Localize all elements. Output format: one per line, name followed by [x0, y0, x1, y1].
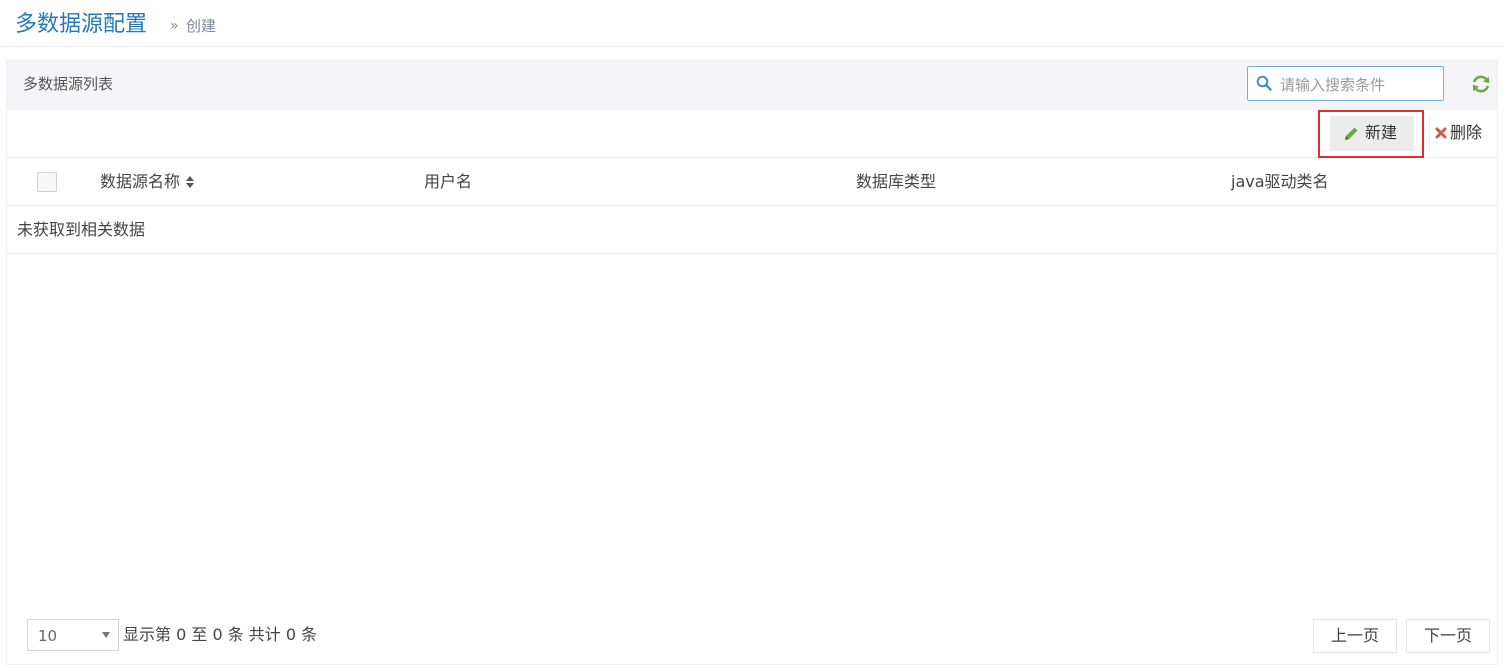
empty-message: 未获取到相关数据: [17, 220, 146, 239]
toolbar: 新建 删除: [7, 110, 1497, 158]
breadcrumb-separator: »: [170, 18, 179, 34]
column-header-db-type: 数据库类型: [856, 172, 937, 191]
search-box: [1247, 66, 1444, 101]
new-button[interactable]: 新建: [1330, 116, 1414, 151]
page-size-select[interactable]: 10: [27, 619, 119, 651]
page-info: 显示第 0 至 0 条 共计 0 条: [123, 625, 318, 644]
panel-title: 多数据源列表: [23, 75, 114, 93]
table-footer: 10 显示第 0 至 0 条 共计 0 条 上一页 下一页: [7, 615, 1497, 665]
page-header: 多数据源配置 » 创建: [0, 0, 1504, 47]
panel-heading: 多数据源列表: [7, 59, 1497, 110]
page-size-value: 10: [38, 627, 58, 645]
column-header-username: 用户名: [424, 172, 473, 191]
next-page-button[interactable]: 下一页: [1406, 619, 1490, 653]
empty-row: 未获取到相关数据: [7, 206, 1497, 254]
table-header-row: 数据源名称 用户名 数据库类型 java驱动类名: [7, 158, 1497, 206]
delete-button[interactable]: 删除: [1429, 116, 1497, 151]
pencil-icon: [1345, 127, 1358, 140]
sort-icon: [186, 176, 195, 188]
refresh-icon[interactable]: [1470, 73, 1492, 95]
delete-button-label: 删除: [1450, 123, 1483, 142]
datasource-table: 数据源名称 用户名 数据库类型 java驱动类名 未获取到相关数据: [7, 158, 1497, 254]
page-title: 多数据源配置: [15, 12, 148, 37]
breadcrumb-current: 创建: [186, 17, 217, 35]
page: 多数据源配置 » 创建 多数据源列表 请输入搜索条件 新建 删除 数据源名称 用…: [0, 0, 1504, 665]
caret-down-icon: [102, 632, 110, 638]
column-header-driver-class: java驱动类名: [1231, 172, 1329, 191]
prev-page-button[interactable]: 上一页: [1313, 619, 1397, 653]
datasource-panel: 多数据源列表 新建: [6, 59, 1498, 665]
new-button-label: 新建: [1365, 123, 1398, 142]
column-header-name-label: 数据源名称: [100, 172, 181, 191]
close-icon: [1435, 127, 1447, 139]
search-icon: [1256, 75, 1272, 91]
column-header-name[interactable]: 数据源名称: [100, 172, 195, 192]
select-all-checkbox[interactable]: [37, 172, 57, 192]
search-input[interactable]: [1278, 71, 1442, 98]
